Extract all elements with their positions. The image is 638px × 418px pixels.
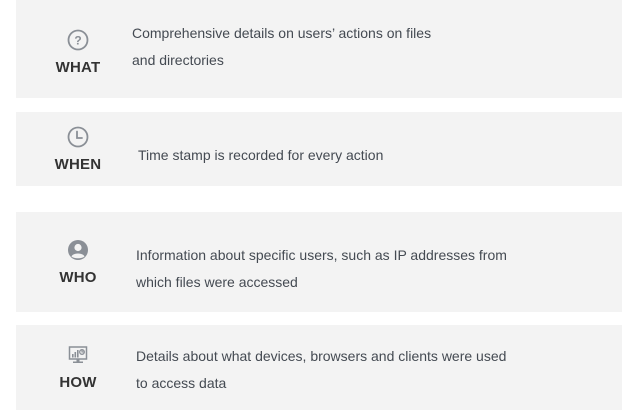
- monitor-chart-icon: [68, 346, 88, 363]
- question-icon: ?: [67, 29, 89, 50]
- card-description: Information about specific users, such a…: [136, 242, 606, 296]
- description-line: and directories: [132, 52, 224, 68]
- info-card-what: ? WHAT Comprehensive details on users’ a…: [16, 0, 622, 98]
- card-label: HOW: [59, 374, 97, 391]
- description-line: Information about specific users, such a…: [136, 247, 507, 263]
- description-line: Details about what devices, browsers and…: [136, 348, 507, 364]
- card-description: Time stamp is recorded for every action: [138, 142, 598, 169]
- description-line: Comprehensive details on users’ actions …: [132, 25, 432, 41]
- card-label: WHO: [59, 268, 97, 286]
- info-card-how: HOW Details about what devices, browsers…: [16, 325, 622, 410]
- card-description: Comprehensive details on users’ actions …: [132, 20, 562, 74]
- card-icon-column: WHO: [38, 212, 118, 312]
- info-card-who: WHO Information about specific users, su…: [16, 212, 622, 312]
- card-label: WHAT: [55, 58, 101, 76]
- description-line: to access data: [136, 375, 227, 391]
- description-line: Time stamp is recorded for every action: [138, 147, 384, 163]
- card-icon-column: HOW: [38, 325, 118, 410]
- description-line: which files were accessed: [136, 274, 298, 290]
- card-icon-column: WHEN: [38, 112, 118, 186]
- info-card-when: WHEN Time stamp is recorded for every ac…: [16, 112, 622, 186]
- card-label: WHEN: [54, 155, 102, 173]
- user-icon: [68, 239, 88, 260]
- card-description: Details about what devices, browsers and…: [136, 343, 606, 397]
- card-icon-column: ? WHAT: [38, 0, 118, 98]
- clock-icon: [67, 126, 89, 147]
- svg-text:?: ?: [74, 33, 81, 47]
